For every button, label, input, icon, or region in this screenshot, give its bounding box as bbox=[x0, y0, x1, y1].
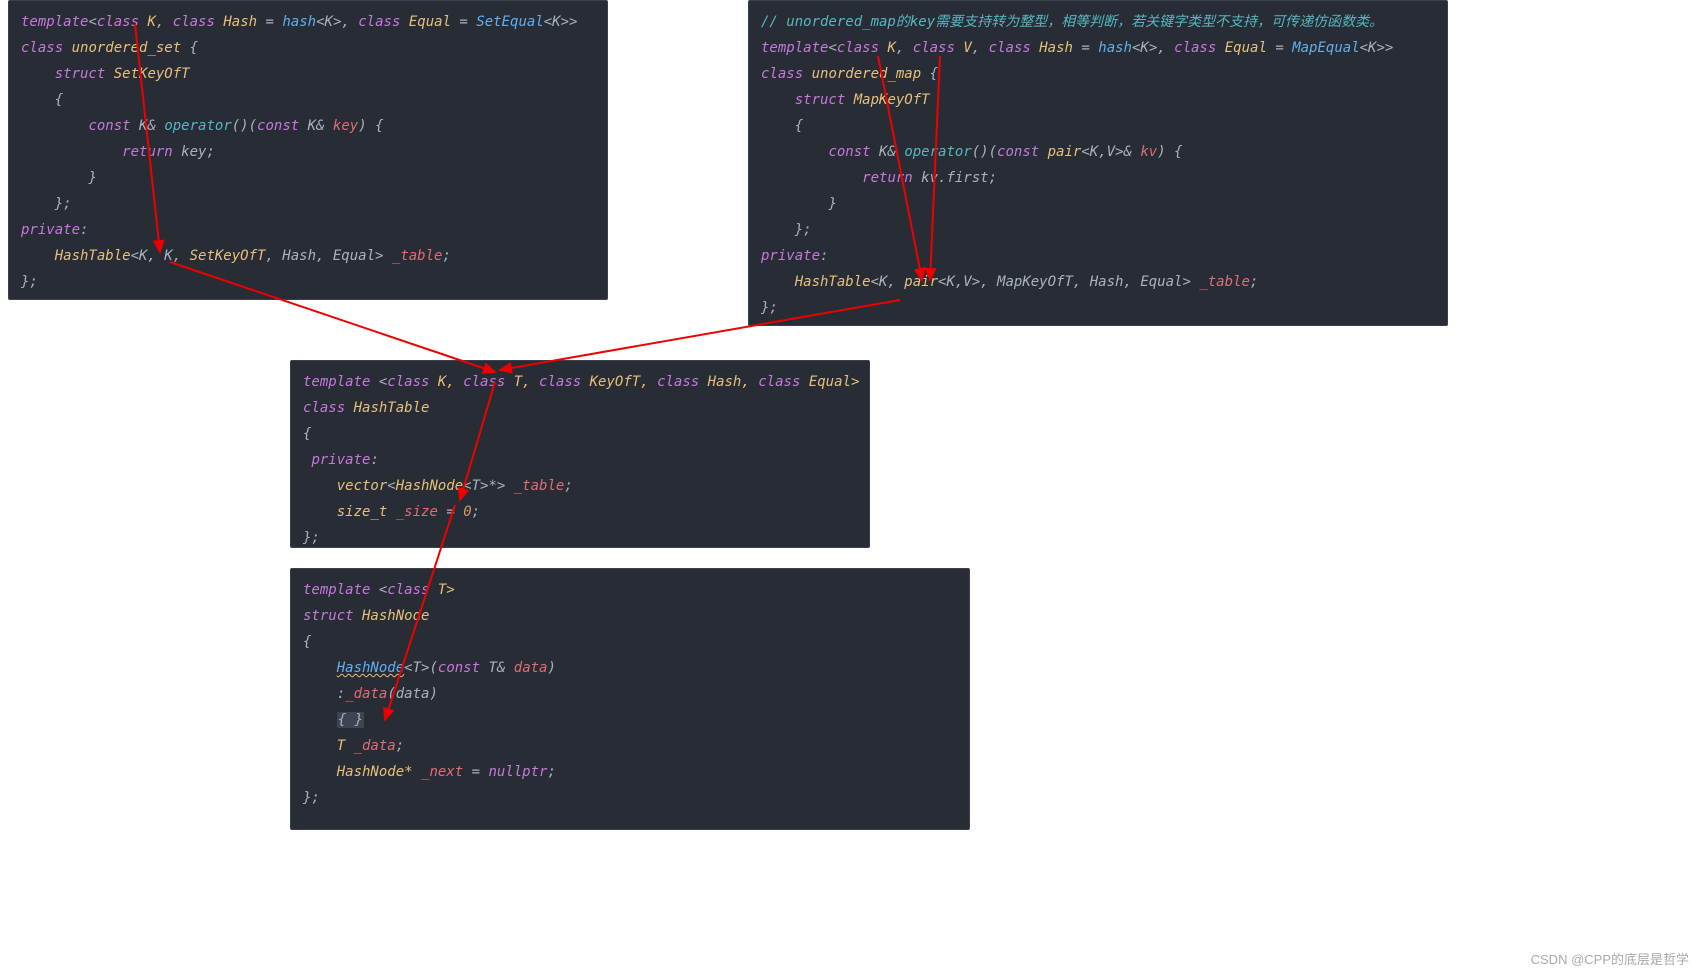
code-panel-unordered-set: template<class K, class Hash = hash<K>, … bbox=[8, 0, 608, 300]
selected-braces: { } bbox=[337, 712, 364, 728]
watermark-text: CSDN @CPP的底层是哲学 bbox=[1531, 949, 1689, 968]
code-panel-hashtable: template <class K, class T, class KeyOfT… bbox=[290, 360, 870, 548]
code-panel-hashnode: template <class T> struct HashNode { Has… bbox=[290, 568, 970, 830]
code-block-set: template<class K, class Hash = hash<K>, … bbox=[9, 1, 607, 305]
kw-template: template bbox=[21, 14, 88, 30]
code-block-map: // unordered_map的key需要支持转为整型，相等判断，若关键字类型… bbox=[749, 1, 1447, 331]
code-block-hashtable: template <class K, class T, class KeyOfT… bbox=[291, 361, 869, 561]
code-block-hashnode: template <class T> struct HashNode { Has… bbox=[291, 569, 969, 821]
code-panel-unordered-map: // unordered_map的key需要支持转为整型，相等判断，若关键字类型… bbox=[748, 0, 1448, 326]
comment-line: // unordered_map的key需要支持转为整型，相等判断，若关键字类型… bbox=[761, 14, 1383, 30]
